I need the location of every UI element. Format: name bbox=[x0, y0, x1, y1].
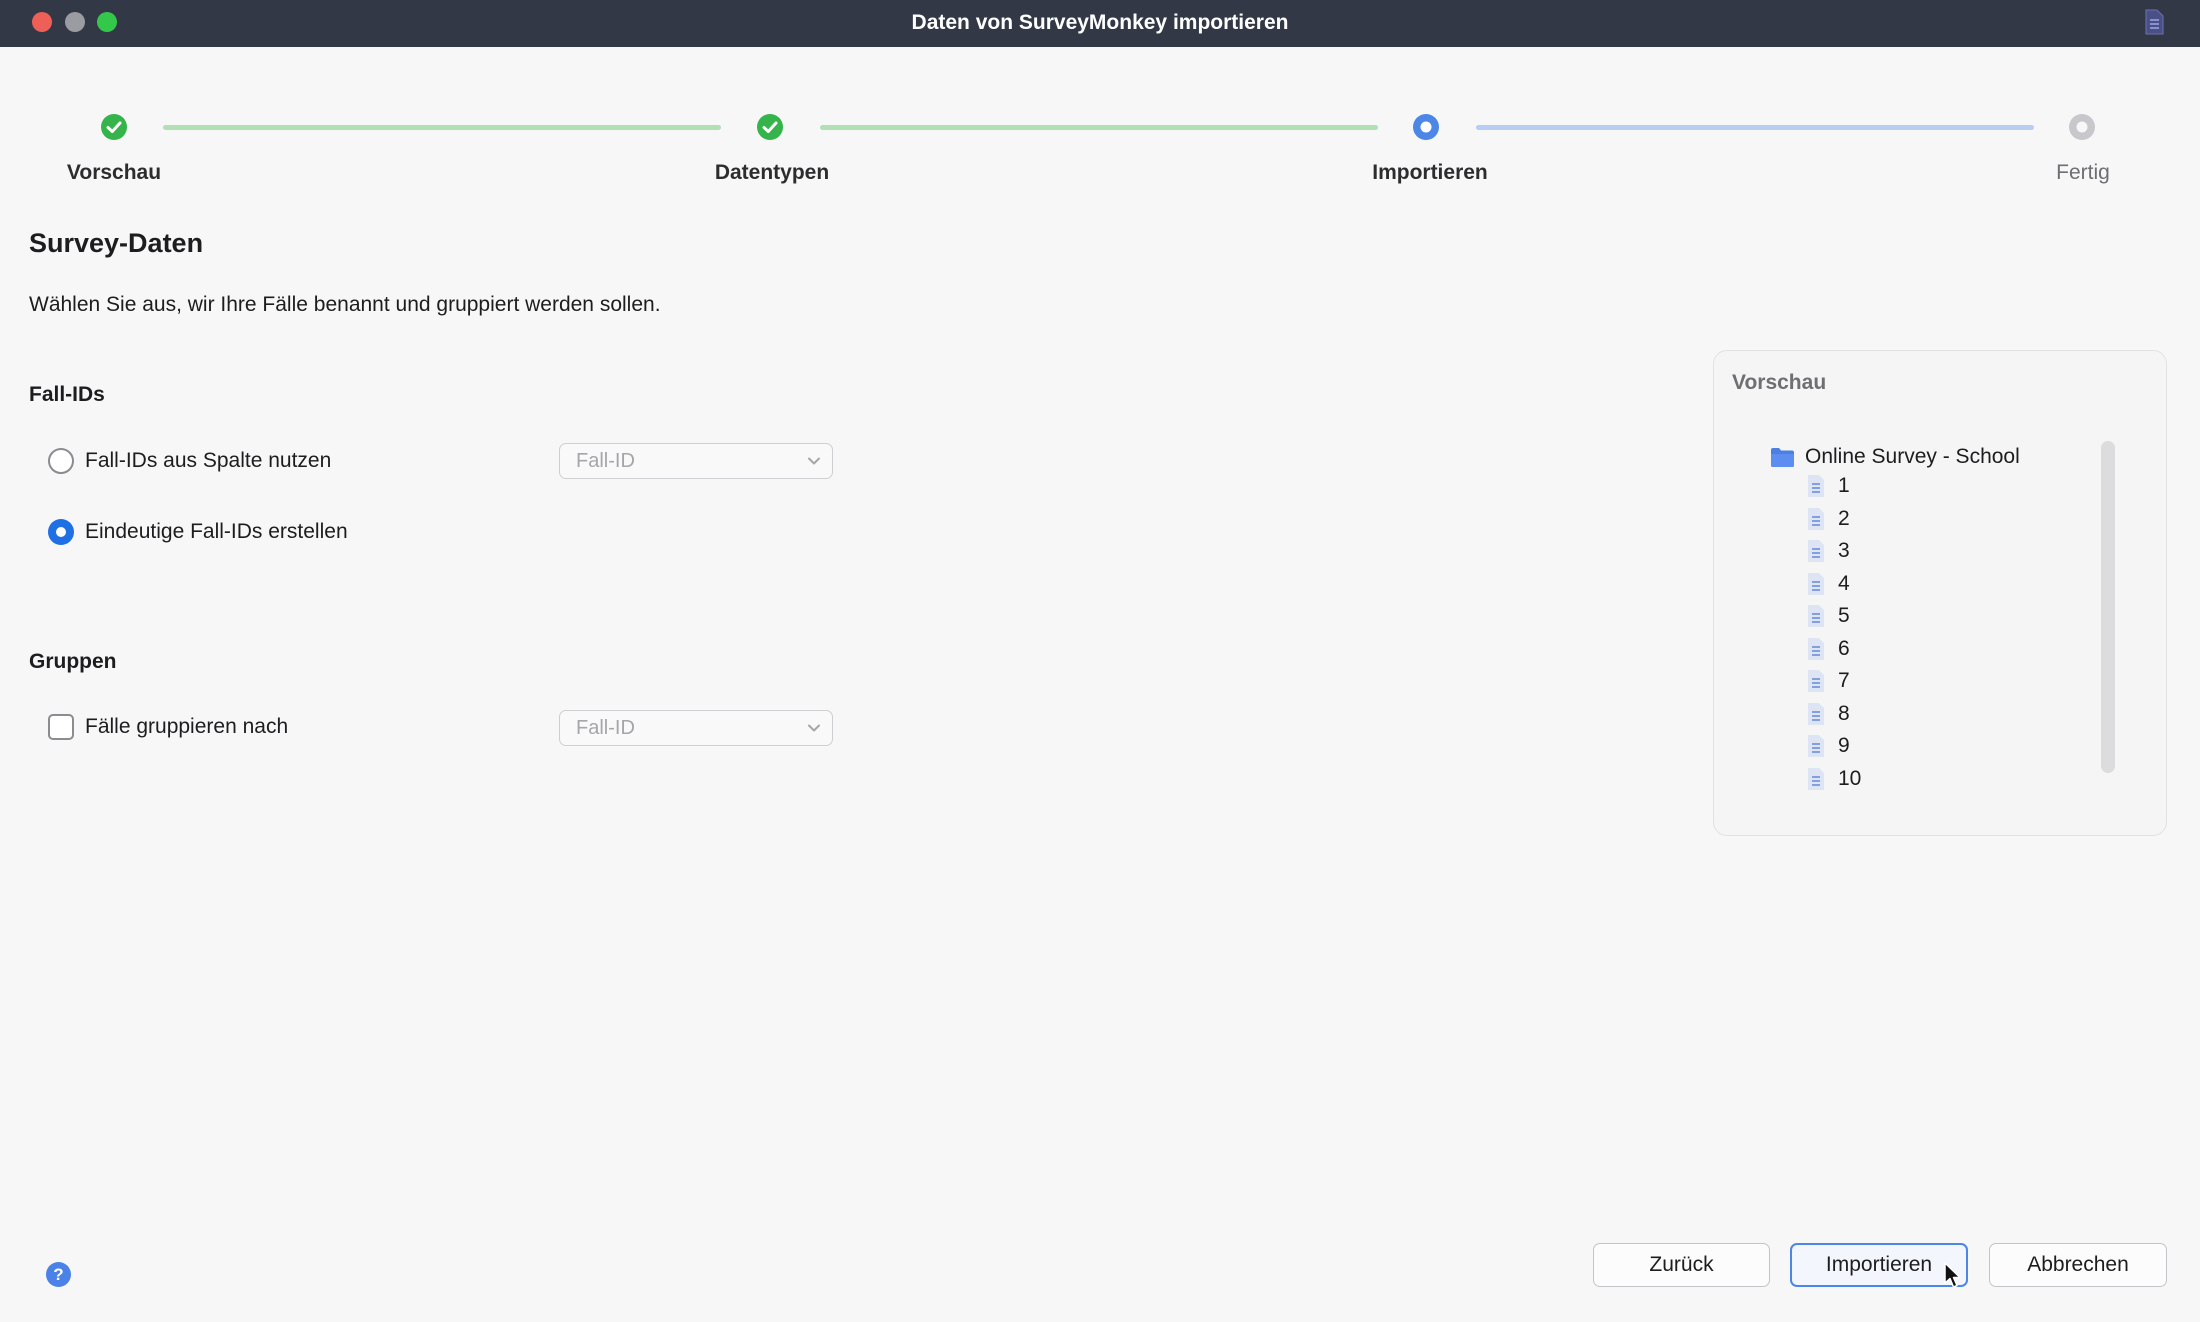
import-stepper: Vorschau Datentypen Importieren Fertig bbox=[0, 47, 2200, 197]
tree-item[interactable]: 6 bbox=[1806, 636, 1850, 662]
tree-item-label: 6 bbox=[1838, 637, 1850, 660]
option-label: Fälle gruppieren nach bbox=[85, 715, 289, 738]
page-description: Wählen Sie aus, wir Ihre Fälle benannt u… bbox=[29, 293, 661, 316]
option-case-ids-from-column[interactable]: Fall-IDs aus Spalte nutzen bbox=[48, 446, 331, 476]
back-button[interactable]: Zurück bbox=[1593, 1243, 1770, 1287]
case-id-column-select[interactable]: Fall-ID bbox=[559, 443, 833, 479]
tree-item-label: 1 bbox=[1838, 474, 1850, 497]
step-connector-1 bbox=[163, 125, 721, 130]
step-pending-dot-icon bbox=[2069, 114, 2095, 140]
import-button[interactable]: Importieren bbox=[1790, 1243, 1968, 1287]
page-title: Survey-Daten bbox=[29, 228, 204, 258]
preview-scrollbar[interactable] bbox=[2101, 441, 2115, 773]
tree-item[interactable]: 3 bbox=[1806, 538, 1850, 564]
step-label-importieren: Importieren bbox=[1372, 161, 1488, 184]
preview-tree[interactable]: Online Survey - School 1 2 3 4 5 6 7 8 9… bbox=[1770, 443, 2090, 793]
case-document-icon bbox=[1808, 573, 1824, 595]
tree-item-label: 8 bbox=[1838, 702, 1850, 725]
chevron-down-icon bbox=[808, 724, 820, 732]
select-value: Fall-ID bbox=[576, 717, 635, 739]
option-unique-case-ids[interactable]: Eindeutige Fall-IDs erstellen bbox=[48, 517, 348, 547]
case-document-icon bbox=[1808, 670, 1824, 692]
step-label-datentypen: Datentypen bbox=[714, 161, 830, 184]
chevron-down-icon bbox=[808, 457, 820, 465]
case-document-icon bbox=[1808, 638, 1824, 660]
step-done-check-icon bbox=[101, 114, 127, 140]
radio-unique-case-ids[interactable] bbox=[48, 519, 74, 545]
tree-item[interactable]: 2 bbox=[1806, 506, 1850, 532]
tree-item[interactable]: 5 bbox=[1806, 603, 1850, 629]
mouse-cursor-icon bbox=[1944, 1262, 1961, 1288]
tree-item[interactable]: 9 bbox=[1806, 733, 1850, 759]
window-title: Daten von SurveyMonkey importieren bbox=[911, 11, 1289, 34]
tree-item[interactable]: 10 bbox=[1806, 766, 1861, 792]
cancel-button[interactable]: Abbrechen bbox=[1989, 1243, 2167, 1287]
tree-item-label: 9 bbox=[1838, 734, 1850, 757]
tree-item-label: 3 bbox=[1838, 539, 1850, 562]
option-label: Fall-IDs aus Spalte nutzen bbox=[85, 449, 332, 472]
radio-case-ids-from-column[interactable] bbox=[48, 448, 74, 474]
case-document-icon bbox=[1808, 475, 1824, 497]
step-label-fertig: Fertig bbox=[2056, 161, 2110, 184]
tree-item-label: 4 bbox=[1838, 572, 1850, 595]
document-list-icon bbox=[2145, 9, 2164, 35]
tree-item[interactable]: 8 bbox=[1806, 701, 1850, 727]
case-document-icon bbox=[1808, 703, 1824, 725]
case-document-icon bbox=[1808, 540, 1824, 562]
case-document-icon bbox=[1808, 735, 1824, 757]
select-value: Fall-ID bbox=[576, 450, 635, 472]
case-document-icon bbox=[1808, 768, 1824, 790]
tree-root-label: Online Survey - School bbox=[1805, 445, 2020, 468]
case-document-icon bbox=[1808, 508, 1824, 530]
tree-item[interactable]: 7 bbox=[1806, 668, 1850, 694]
tree-item-label: 5 bbox=[1838, 604, 1850, 627]
title-bar: Daten von SurveyMonkey importieren bbox=[0, 0, 2200, 47]
preview-title: Vorschau bbox=[1732, 371, 1827, 394]
group-by-select[interactable]: Fall-ID bbox=[559, 710, 833, 746]
step-connector-2 bbox=[820, 125, 1378, 130]
step-connector-3 bbox=[1476, 125, 2034, 130]
tree-item-label: 7 bbox=[1838, 669, 1850, 692]
help-button[interactable]: ? bbox=[46, 1262, 71, 1287]
tree-root[interactable]: Online Survey - School bbox=[1770, 443, 2020, 471]
section-title-groups: Gruppen bbox=[29, 650, 117, 673]
section-title-case-ids: Fall-IDs bbox=[29, 383, 105, 406]
tree-item[interactable]: 1 bbox=[1806, 473, 1850, 499]
tree-item-label: 10 bbox=[1838, 767, 1862, 790]
preview-panel: Vorschau Online Survey - School 1 2 3 4 bbox=[1713, 350, 2167, 836]
folder-icon bbox=[1771, 447, 1794, 467]
tree-item[interactable]: 4 bbox=[1806, 571, 1850, 597]
tree-item-label: 2 bbox=[1838, 507, 1850, 530]
option-group-cases-by[interactable]: Fälle gruppieren nach bbox=[48, 712, 288, 742]
checkbox-group-cases-by[interactable] bbox=[48, 714, 74, 740]
case-document-icon bbox=[1808, 605, 1824, 627]
step-current-dot-icon bbox=[1413, 114, 1439, 140]
step-label-vorschau: Vorschau bbox=[66, 161, 162, 184]
option-label: Eindeutige Fall-IDs erstellen bbox=[85, 520, 348, 543]
step-done-check-icon bbox=[757, 114, 783, 140]
